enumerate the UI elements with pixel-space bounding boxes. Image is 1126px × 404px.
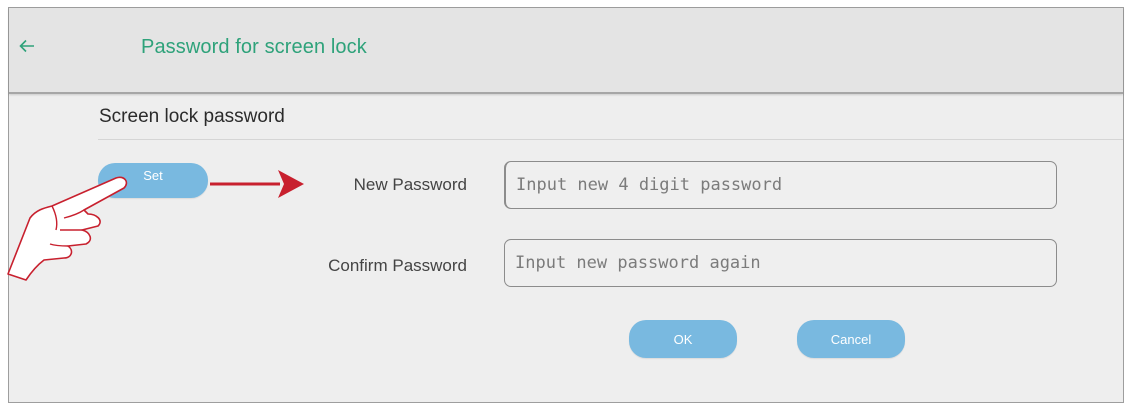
back-button[interactable] bbox=[11, 30, 43, 62]
confirm-password-input[interactable] bbox=[504, 239, 1057, 287]
settings-window: Password for screen lock Screen lock pas… bbox=[8, 7, 1124, 403]
new-password-label: New Password bbox=[353, 175, 467, 194]
section-divider bbox=[98, 139, 1123, 140]
confirm-password-label: Confirm Password bbox=[328, 256, 467, 275]
page-title: Password for screen lock bbox=[141, 36, 367, 58]
section-title: Screen lock password bbox=[99, 106, 285, 127]
cancel-button[interactable]: Cancel bbox=[797, 320, 905, 358]
title-bar: Password for screen lock bbox=[9, 8, 1123, 94]
arrow-left-icon bbox=[19, 39, 34, 53]
pointing-hand-icon bbox=[7, 176, 128, 281]
new-password-input[interactable] bbox=[504, 161, 1057, 209]
ok-button[interactable]: OK bbox=[629, 320, 737, 358]
